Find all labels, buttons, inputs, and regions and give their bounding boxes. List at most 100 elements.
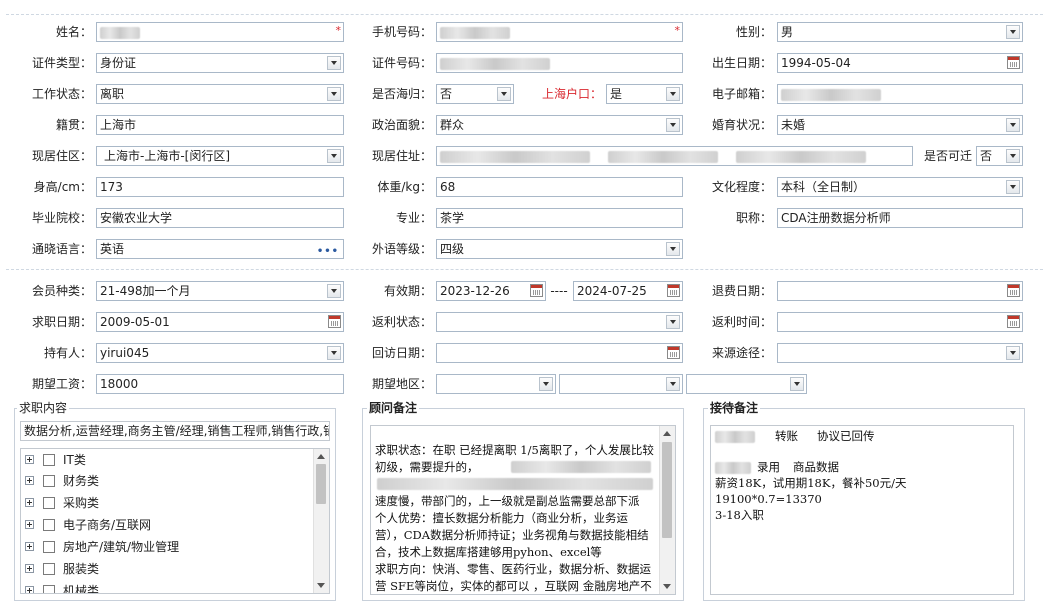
chevron-down-icon[interactable]: [666, 377, 680, 391]
notes-scrollbar[interactable]: [659, 426, 675, 594]
job-content-summary-field[interactable]: 数据分析,运营经理,商务主管/经理,销售工程师,销售行政,销: [20, 421, 330, 441]
overseas-select[interactable]: 否: [436, 84, 514, 104]
residence-area-select[interactable]: 上海市-上海市-[闵行区]: [96, 146, 344, 166]
chevron-down-icon[interactable]: [666, 315, 680, 329]
scroll-up-icon[interactable]: [663, 431, 671, 436]
tree-item[interactable]: 房地产/建筑/物业管理: [21, 536, 311, 558]
chevron-down-icon[interactable]: [1006, 180, 1020, 194]
chevron-down-icon[interactable]: [666, 242, 680, 256]
expand-icon[interactable]: [25, 586, 34, 593]
political-select[interactable]: 群众: [436, 115, 683, 135]
marital-select[interactable]: 未婚: [777, 115, 1023, 135]
id-no-field[interactable]: [436, 53, 683, 73]
sh-hukou-select[interactable]: 是: [606, 84, 683, 104]
tree-checkbox[interactable]: [43, 475, 55, 487]
chevron-down-icon[interactable]: [1006, 25, 1020, 39]
tree-checkbox[interactable]: [43, 519, 55, 531]
member-type-select[interactable]: 21-498加一个月: [96, 281, 344, 301]
education-select[interactable]: 本科（全日制）: [777, 177, 1023, 197]
tree-item[interactable]: 机械类: [21, 580, 311, 593]
tree-item[interactable]: 采购类: [21, 492, 311, 514]
calendar-icon[interactable]: [1007, 284, 1020, 297]
calendar-icon[interactable]: [667, 346, 680, 359]
chevron-down-icon[interactable]: [539, 377, 553, 391]
calendar-icon[interactable]: [530, 284, 543, 297]
expand-icon[interactable]: [25, 498, 34, 507]
expand-icon[interactable]: [25, 520, 34, 529]
calendar-icon[interactable]: [667, 284, 680, 297]
scroll-down-icon[interactable]: [317, 583, 325, 588]
scroll-down-icon[interactable]: [663, 584, 671, 589]
tree-item[interactable]: 服装类: [21, 558, 311, 580]
region-district-select[interactable]: [686, 374, 807, 394]
rebate-time-field[interactable]: [777, 312, 1023, 332]
salary-field[interactable]: 18000: [96, 374, 344, 394]
top-divider: [6, 14, 1043, 15]
id-type-select[interactable]: 身份证: [96, 53, 344, 73]
title-field[interactable]: CDA注册数据分析师: [777, 208, 1023, 228]
chevron-down-icon[interactable]: [327, 149, 341, 163]
birth-date-field[interactable]: 1994-05-04: [777, 53, 1023, 73]
major-field[interactable]: 茶学: [436, 208, 683, 228]
rebate-time-label: 返利时间：: [711, 315, 772, 329]
expand-icon[interactable]: [25, 564, 34, 573]
region-province-select[interactable]: [436, 374, 556, 394]
chevron-down-icon[interactable]: [1006, 149, 1020, 163]
chevron-down-icon[interactable]: [790, 377, 804, 391]
address-field[interactable]: [436, 146, 913, 166]
calendar-icon[interactable]: [1007, 315, 1020, 328]
tree-checkbox[interactable]: [43, 497, 55, 509]
chevron-down-icon[interactable]: [1006, 118, 1020, 132]
scroll-thumb[interactable]: [316, 464, 326, 504]
relocate-select[interactable]: 否: [976, 146, 1023, 166]
chevron-down-icon[interactable]: [1006, 346, 1020, 360]
native-field[interactable]: 上海市: [96, 115, 344, 135]
valid-from-field[interactable]: 2023-12-26: [436, 281, 546, 301]
holder-select[interactable]: yirui045: [96, 343, 344, 363]
valid-to-field[interactable]: 2024-07-25: [573, 281, 683, 301]
tree-checkbox[interactable]: [43, 454, 55, 466]
height-field[interactable]: 173: [96, 177, 344, 197]
chevron-down-icon[interactable]: [327, 284, 341, 298]
expand-icon[interactable]: [25, 455, 34, 464]
chevron-down-icon[interactable]: [666, 118, 680, 132]
job-category-tree[interactable]: IT类 财务类 采购类 电子商务/互联网 房地产/建筑/物业管理 服装类 机械类: [20, 448, 330, 594]
job-date-field[interactable]: 2009-05-01: [96, 312, 344, 332]
email-field[interactable]: [777, 84, 1023, 104]
revisit-date-field[interactable]: [436, 343, 683, 363]
expand-icon[interactable]: [25, 476, 34, 485]
tree-checkbox[interactable]: [43, 585, 55, 593]
expand-icon[interactable]: [25, 542, 34, 551]
tree-checkbox[interactable]: [43, 563, 55, 575]
gender-select[interactable]: 男: [777, 22, 1023, 42]
tree-checkbox[interactable]: [43, 541, 55, 553]
weight-field[interactable]: 68: [436, 177, 683, 197]
language-field[interactable]: 英语 •••: [96, 239, 344, 259]
phone-field[interactable]: *: [436, 22, 683, 42]
foreign-level-select[interactable]: 四级: [436, 239, 683, 259]
refund-date-field[interactable]: [777, 281, 1023, 301]
tree-item[interactable]: 电子商务/互联网: [21, 514, 311, 536]
redacted-name: [100, 26, 140, 39]
tree-scrollbar[interactable]: [313, 449, 329, 593]
scroll-thumb[interactable]: [662, 442, 672, 538]
region-city-select[interactable]: [559, 374, 683, 394]
source-select[interactable]: [777, 343, 1023, 363]
rebate-status-select[interactable]: [436, 312, 683, 332]
chevron-down-icon[interactable]: [497, 87, 511, 101]
school-field[interactable]: 安徽农业大学: [96, 208, 344, 228]
tree-item[interactable]: 财务类: [21, 470, 311, 492]
calendar-icon[interactable]: [328, 315, 341, 328]
chevron-down-icon[interactable]: [327, 56, 341, 70]
work-status-select[interactable]: 离职: [96, 84, 344, 104]
reception-notes-textarea[interactable]: 转账 协议已回传 录用 商品数据 薪资18K，试用期18K，餐补50元/天 19…: [710, 425, 1014, 595]
more-options-icon[interactable]: •••: [317, 243, 339, 258]
chevron-down-icon[interactable]: [327, 87, 341, 101]
tree-item[interactable]: IT类: [21, 449, 311, 471]
chevron-down-icon[interactable]: [666, 87, 680, 101]
chevron-down-icon[interactable]: [327, 346, 341, 360]
scroll-up-icon[interactable]: [317, 454, 325, 459]
name-field[interactable]: *: [96, 22, 344, 42]
calendar-icon[interactable]: [1007, 56, 1020, 69]
advisor-notes-textarea[interactable]: 求职状态：在职 已经提离职 1/5离职了，个人发展比较初级，需要提升的， 速度慢…: [370, 425, 676, 595]
